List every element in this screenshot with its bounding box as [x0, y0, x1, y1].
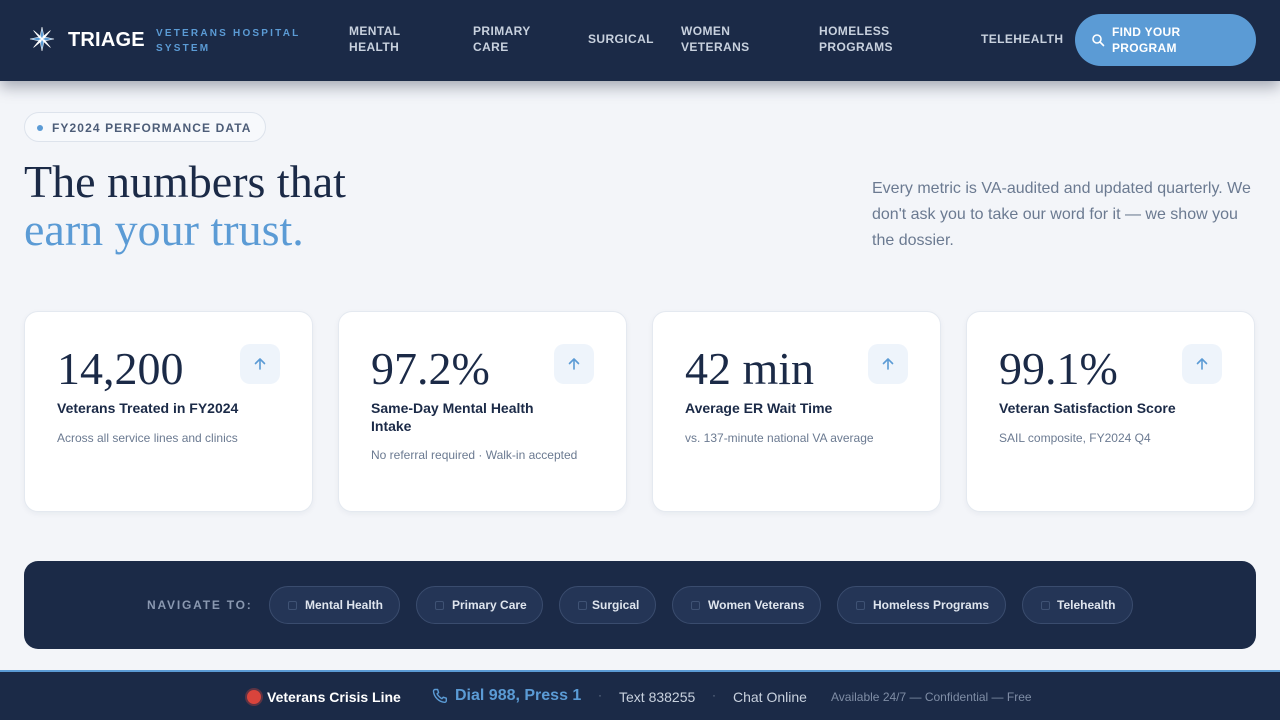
- nav-homeless-programs[interactable]: HOMELESS PROGRAMS: [819, 23, 909, 55]
- crisis-line-title: Veterans Crisis Line: [267, 689, 401, 705]
- crisis-line-bar: Veterans Crisis Line Dial 988, Press 1 ·…: [0, 670, 1280, 720]
- stat-label: Same-Day Mental Health Intake: [371, 400, 534, 434]
- stat-card-satisfaction-score: 99.1% Veteran Satisfaction Score SAIL co…: [966, 311, 1255, 512]
- hero-description: Every metric is VA-audited and updated q…: [872, 180, 1251, 249]
- separator-dot: ·: [598, 688, 602, 702]
- chip-primary-care[interactable]: Primary Care: [416, 586, 543, 624]
- find-program-button[interactable]: FIND YOUR PROGRAM: [1075, 14, 1256, 66]
- stat-value: 42 min: [685, 343, 815, 394]
- stat-note: Across all service lines and clinics: [57, 431, 238, 445]
- badge-dot: [37, 125, 43, 131]
- chip-surgical[interactable]: Surgical: [559, 586, 656, 624]
- alert-dot-icon: [247, 690, 261, 704]
- brand-name[interactable]: TRIAGE: [68, 29, 145, 52]
- chip-label: Telehealth: [1057, 598, 1116, 612]
- stat-note: No referral required · Walk-in accepted: [371, 448, 578, 462]
- navigate-label: NAVIGATE TO:: [147, 598, 253, 612]
- stat-value: 97.2%: [371, 343, 490, 394]
- homeless-programs-icon: [856, 601, 865, 610]
- chip-label: Women Veterans: [708, 598, 805, 612]
- chip-label: Homeless Programs: [873, 598, 990, 612]
- dial-988-link[interactable]: Dial 988, Press 1: [455, 687, 581, 705]
- site-header: TRIAGE VETERANS HOSPITAL SYSTEM MENTAL H…: [0, 0, 1280, 81]
- stat-label: Veterans Treated in FY2024: [57, 400, 239, 416]
- stat-note: vs. 137-minute national VA average: [685, 431, 874, 445]
- nav-women-veterans[interactable]: WOMEN VETERANS: [681, 23, 761, 55]
- hero-title-line1: The numbers that: [24, 156, 346, 207]
- stat-card-mental-health-intake: 97.2% Same-Day Mental Health Intake No r…: [338, 311, 627, 512]
- brand-subtitle: VETERANS HOSPITAL SYSTEM: [156, 28, 301, 54]
- hero-title-line2: earn your trust.: [24, 204, 304, 255]
- stat-card-er-wait-time: 42 min Average ER Wait Time vs. 137-minu…: [652, 311, 941, 512]
- chip-label: Mental Health: [305, 598, 384, 612]
- stat-card-veterans-treated: 14,200 Veterans Treated in FY2024 Across…: [24, 311, 313, 512]
- text-line-link[interactable]: Text 838255: [619, 689, 695, 705]
- nav-mental-health[interactable]: MENTAL HEALTH: [349, 23, 419, 55]
- separator-dot: ·: [712, 688, 716, 702]
- arrow-up-icon[interactable]: [868, 344, 908, 384]
- arrow-up-icon[interactable]: [554, 344, 594, 384]
- arrow-up-icon[interactable]: [1182, 344, 1222, 384]
- stat-value: 99.1%: [999, 343, 1118, 394]
- phone-icon: [432, 688, 447, 704]
- chip-label: Surgical: [592, 598, 640, 612]
- mental-health-icon: [288, 601, 297, 610]
- nav-primary-care[interactable]: PRIMARY CARE: [473, 23, 543, 55]
- chip-women-veterans[interactable]: Women Veterans: [672, 586, 821, 624]
- nav-surgical[interactable]: SURGICAL: [588, 31, 654, 47]
- chip-homeless-programs[interactable]: Homeless Programs: [837, 586, 1006, 624]
- surgical-icon: [578, 601, 587, 610]
- performance-badge: FY2024 PERFORMANCE DATA: [24, 112, 266, 142]
- primary-care-icon: [435, 601, 444, 610]
- chip-telehealth[interactable]: Telehealth: [1022, 586, 1133, 624]
- search-icon: [1092, 34, 1105, 47]
- chat-online-link[interactable]: Chat Online: [733, 689, 807, 705]
- nav-telehealth[interactable]: TELEHEALTH: [981, 31, 1063, 47]
- stat-note: SAIL composite, FY2024 Q4: [999, 431, 1151, 445]
- chip-mental-health[interactable]: Mental Health: [269, 586, 400, 624]
- star-logo-icon[interactable]: [29, 26, 55, 52]
- women-veterans-icon: [691, 601, 700, 610]
- telehealth-icon: [1041, 601, 1050, 610]
- stat-label: Veteran Satisfaction Score: [999, 400, 1176, 416]
- chip-label: Primary Care: [452, 598, 527, 612]
- stat-label: Average ER Wait Time: [685, 400, 833, 416]
- find-program-label: FIND YOUR PROGRAM: [1112, 25, 1181, 55]
- badge-label: FY2024 PERFORMANCE DATA: [52, 121, 252, 135]
- arrow-up-icon[interactable]: [240, 344, 280, 384]
- stat-value: 14,200: [57, 343, 184, 394]
- navigate-panel: NAVIGATE TO: Mental Health Primary Care …: [24, 561, 1256, 649]
- availability-text: Available 24/7 — Confidential — Free: [831, 690, 1032, 704]
